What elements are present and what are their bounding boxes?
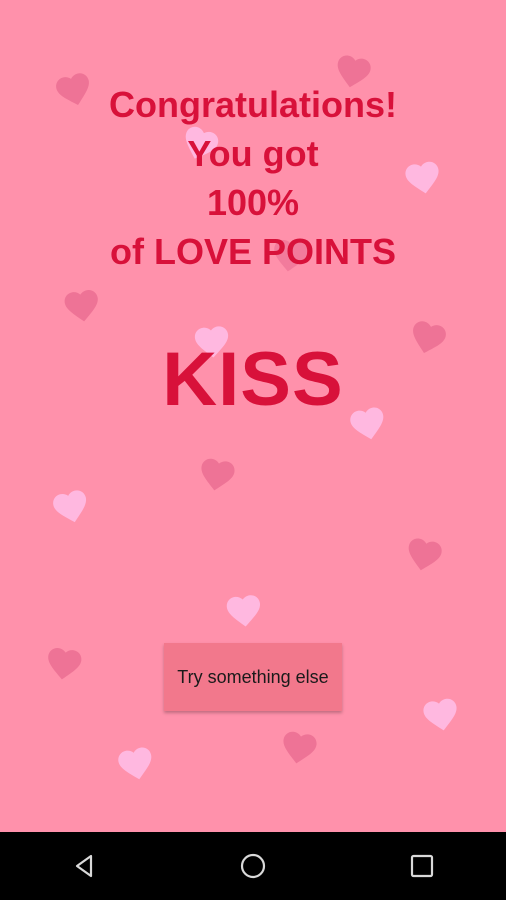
heart-icon (112, 740, 159, 787)
home-circle-icon (240, 853, 266, 879)
nav-home-button[interactable] (223, 836, 283, 896)
you-got-text: You got (187, 133, 319, 174)
system-navigation-bar (0, 832, 506, 900)
app-screen: Congratulations! You got 100% of LOVE PO… (0, 0, 506, 900)
nav-recents-button[interactable] (392, 836, 452, 896)
heart-icon (47, 483, 95, 531)
heart-icon (276, 725, 322, 771)
heart-icon (400, 531, 447, 578)
love-points-text: of LOVE POINTS (109, 231, 396, 272)
nav-back-button[interactable] (54, 836, 114, 896)
congratulations-message: Congratulations! You got 100% of LOVE PO… (0, 80, 506, 276)
try-something-else-button[interactable]: Try something else (164, 643, 342, 711)
heart-icon (59, 283, 104, 328)
score-percentage: 100% (206, 182, 300, 223)
result-word: KISS (162, 337, 344, 422)
heart-icon (418, 692, 464, 738)
heart-icon (222, 589, 266, 633)
heart-icon (194, 452, 240, 498)
congratulations-heading: Congratulations! (109, 84, 397, 125)
heart-icon (41, 641, 86, 686)
result-screen: Congratulations! You got 100% of LOVE PO… (0, 0, 506, 832)
back-triangle-icon (76, 854, 93, 878)
recents-square-icon (410, 854, 433, 878)
